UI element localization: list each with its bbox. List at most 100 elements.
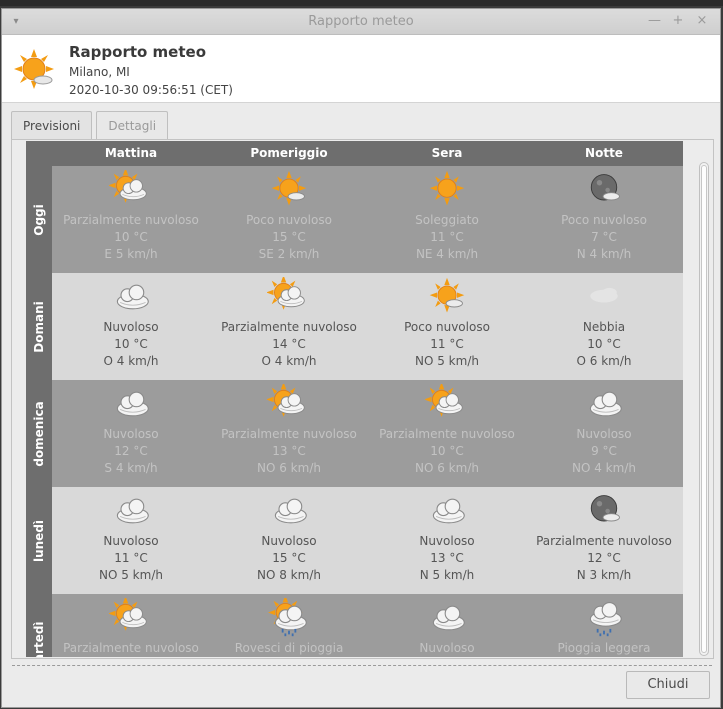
partly-cloudy-icon bbox=[267, 277, 305, 310]
showers-icon bbox=[268, 598, 307, 637]
condition-text: Parzialmente nuvoloso bbox=[63, 641, 199, 655]
separator bbox=[12, 665, 712, 666]
close-button[interactable]: Chiudi bbox=[626, 671, 710, 699]
forecast-panel: Mattina Pomeriggio Sera Notte Oggi Parzia… bbox=[11, 139, 714, 659]
mostly-sunny-icon bbox=[271, 170, 307, 206]
wind-text: N 5 km/h bbox=[419, 568, 475, 582]
wind-text: NO 5 km/h bbox=[415, 354, 479, 368]
condition-text: Nuvoloso bbox=[103, 320, 159, 334]
minimize-button[interactable]: — bbox=[648, 13, 661, 28]
condition-text: Parzialmente nuvoloso bbox=[221, 320, 357, 334]
column-header-row: Mattina Pomeriggio Sera Notte bbox=[26, 141, 683, 166]
temperature-text: 13 °C bbox=[272, 444, 306, 458]
temperature-text: 15 °C bbox=[272, 230, 306, 244]
forecast-row: lunedì Nuvoloso 11 °C NO 5 km/h Nuvoloso 15 °… bbox=[26, 487, 683, 594]
moon-cloud-icon bbox=[590, 174, 620, 201]
condition-text: Nuvoloso bbox=[419, 641, 475, 655]
temperature-text: 10 °C bbox=[114, 337, 148, 351]
column-header-afternoon: Pomeriggio bbox=[250, 146, 328, 160]
temperature-text: 13 °C bbox=[430, 551, 464, 565]
window-title: Rapporto meteo bbox=[308, 14, 414, 29]
forecast-cell: Parzialmente nuvoloso 10 °C NO 6 km/h bbox=[368, 380, 526, 487]
temperature-text: 10 °C bbox=[114, 230, 148, 244]
temperature-text: 10 °C bbox=[587, 337, 621, 351]
forecast-cell: Nuvoloso 10 °C O 4 km/h bbox=[52, 273, 210, 380]
forecast-cell: Parzialmente nuvoloso bbox=[52, 594, 210, 657]
temperature-text: 9 °C bbox=[591, 444, 617, 458]
forecast-cells: Nuvoloso 11 °C NO 5 km/h Nuvoloso 15 °C NO 8 … bbox=[52, 487, 683, 594]
cloudy-icon bbox=[589, 391, 622, 417]
weather-report-window: ▾ Rapporto meteo — + × Rapporto meteo Mi… bbox=[1, 8, 721, 708]
cloudy-icon bbox=[116, 498, 149, 524]
tab-details[interactable]: Dettagli bbox=[96, 111, 169, 139]
condition-text: Soleggiato bbox=[415, 213, 479, 227]
condition-text: Parzialmente nuvoloso bbox=[221, 427, 357, 441]
wind-text: S 4 km/h bbox=[104, 461, 158, 475]
forecast-row: domenica Nuvoloso 12 °C S 4 km/h Parzialment… bbox=[26, 380, 683, 487]
condition-text: Parzialmente nuvoloso bbox=[536, 534, 672, 548]
temperature-text: 11 °C bbox=[430, 337, 464, 351]
partly-cloudy-icon bbox=[267, 384, 305, 417]
condition-text: Nuvoloso bbox=[261, 534, 317, 548]
row-day-label: domenica bbox=[26, 380, 52, 487]
temperature-text: 7 °C bbox=[591, 230, 617, 244]
day-name: martedì bbox=[32, 620, 46, 657]
forecast-cell: Nuvoloso 15 °C NO 8 km/h bbox=[210, 487, 368, 594]
close-window-button[interactable]: × bbox=[696, 13, 708, 28]
cloudy-icon bbox=[432, 498, 465, 524]
condition-text: Poco nuvoloso bbox=[246, 213, 332, 227]
vertical-scrollbar[interactable] bbox=[699, 162, 709, 656]
forecast-cell: Parzialmente nuvoloso 12 °C N 3 km/h bbox=[525, 487, 683, 594]
forecast-cell: Soleggiato 11 °C NE 4 km/h bbox=[368, 166, 526, 273]
forecast-cell: Pioggia leggera bbox=[525, 594, 683, 657]
forecast-cell: Nuvoloso bbox=[368, 594, 526, 657]
column-header-night: Notte bbox=[585, 146, 623, 160]
light-rain-icon bbox=[589, 602, 622, 637]
wind-text: NO 5 km/h bbox=[99, 568, 163, 582]
temperature-text: 12 °C bbox=[587, 551, 621, 565]
temperature-text: 14 °C bbox=[272, 337, 306, 351]
partly-cloudy-icon bbox=[109, 170, 147, 203]
condition-text: Nebbia bbox=[582, 320, 626, 334]
wind-text: E 5 km/h bbox=[104, 247, 158, 261]
location-label: Milano, MI bbox=[69, 65, 130, 79]
forecast-cell: Parzialmente nuvoloso 13 °C NO 6 km/h bbox=[210, 380, 368, 487]
partly-cloudy-icon bbox=[425, 384, 463, 417]
wind-text: NE 4 km/h bbox=[415, 247, 479, 261]
day-name: Domani bbox=[32, 300, 46, 353]
partly-cloudy-icon bbox=[109, 598, 147, 631]
condition-text: Parzialmente nuvoloso bbox=[63, 213, 199, 227]
forecast-cell: Nuvoloso 9 °C NO 4 km/h bbox=[525, 380, 683, 487]
forecast-cell: Nuvoloso 12 °C S 4 km/h bbox=[52, 380, 210, 487]
moon-cloud-icon bbox=[590, 495, 620, 522]
sunny-icon bbox=[429, 170, 465, 206]
forecast-row: martedì Parzialmente nuvoloso Rovesci di p… bbox=[26, 594, 683, 657]
cloudy-icon bbox=[274, 498, 307, 524]
day-name: domenica bbox=[32, 400, 46, 467]
forecast-cell: Parzialmente nuvoloso 14 °C O 4 km/h bbox=[210, 273, 368, 380]
condition-text: Rovesci di pioggia bbox=[234, 641, 344, 655]
forecast-row: Domani Nuvoloso 10 °C O 4 km/h Parzialmente … bbox=[26, 273, 683, 380]
forecast-row: Oggi Parzialmente nuvoloso 10 °C E 5 km/h Po… bbox=[26, 166, 683, 273]
condition-text: Poco nuvoloso bbox=[561, 213, 647, 227]
wind-text: NO 8 km/h bbox=[257, 568, 321, 582]
cloudy-icon bbox=[432, 605, 465, 631]
forecast-cell: Parzialmente nuvoloso 10 °C E 5 km/h bbox=[52, 166, 210, 273]
temperature-text: 10 °C bbox=[430, 444, 464, 458]
forecast-cell: Poco nuvoloso 11 °C NO 5 km/h bbox=[368, 273, 526, 380]
maximize-button[interactable]: + bbox=[672, 13, 684, 28]
temperature-text: 15 °C bbox=[272, 551, 306, 565]
condition-text: Nuvoloso bbox=[103, 427, 159, 441]
tab-bar: Previsioni Dettagli bbox=[11, 111, 169, 139]
forecast-cell: Nuvoloso 13 °C N 5 km/h bbox=[368, 487, 526, 594]
day-name: Oggi bbox=[32, 203, 46, 236]
condition-text: Parzialmente nuvoloso bbox=[379, 427, 515, 441]
forecast-grid: Mattina Pomeriggio Sera Notte Oggi Parzia… bbox=[26, 141, 683, 657]
wind-text: SE 2 km/h bbox=[258, 247, 320, 261]
column-header-evening: Sera bbox=[431, 146, 463, 160]
fog-icon bbox=[590, 287, 618, 303]
tab-forecast[interactable]: Previsioni bbox=[11, 111, 93, 139]
title-bar[interactable]: ▾ Rapporto meteo — + × bbox=[2, 9, 720, 35]
taskbar bbox=[0, 0, 723, 6]
scrollbar-thumb[interactable] bbox=[701, 165, 707, 653]
